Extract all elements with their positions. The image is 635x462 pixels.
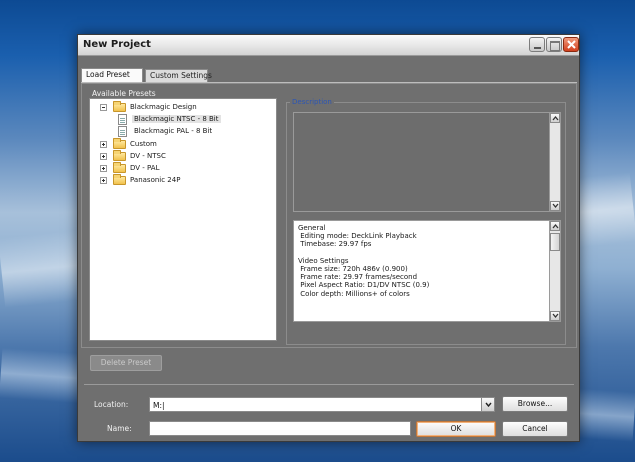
- tree-item-label: DV - NTSC: [130, 152, 166, 160]
- scroll-down-button[interactable]: [550, 311, 560, 321]
- tab-load-preset[interactable]: Load Preset: [81, 68, 143, 82]
- expand-icon[interactable]: [100, 177, 107, 184]
- tree-item-dv-ntsc[interactable]: DV - NTSC: [100, 150, 270, 162]
- collapse-icon[interactable]: [100, 104, 107, 111]
- new-project-dialog: New Project Load Preset Custom Settings …: [77, 34, 580, 442]
- preset-tree[interactable]: Blackmagic Design Blackmagic NTSC - 8 Bi…: [89, 98, 277, 341]
- folder-icon: [113, 101, 126, 112]
- scroll-up-button[interactable]: [550, 221, 560, 231]
- description-textbox[interactable]: [293, 112, 561, 212]
- ok-button[interactable]: OK: [416, 421, 496, 437]
- location-label: Location:: [94, 400, 129, 409]
- tree-item-label: Panasonic 24P: [130, 176, 181, 184]
- folder-icon: [113, 174, 126, 185]
- tree-item-custom[interactable]: Custom: [100, 138, 270, 150]
- close-button[interactable]: [563, 37, 579, 52]
- tree-item-panasonic-24p[interactable]: Panasonic 24P: [100, 174, 270, 186]
- chevron-up-icon: [552, 223, 559, 229]
- close-icon: [567, 40, 576, 49]
- folder-icon: [113, 138, 126, 149]
- tree-item-label: Blackmagic PAL - 8 Bit: [134, 127, 213, 135]
- tree-item-dv-pal[interactable]: DV - PAL: [100, 162, 270, 174]
- folder-icon: [113, 150, 126, 161]
- expand-icon[interactable]: [100, 153, 107, 160]
- name-label: Name:: [107, 424, 132, 433]
- minimize-button[interactable]: [529, 37, 545, 52]
- scroll-up-button[interactable]: [550, 113, 560, 123]
- chevron-down-icon: [552, 203, 559, 209]
- description-scrollbar[interactable]: [549, 113, 560, 211]
- tree-item-label: Blackmagic Design: [130, 103, 197, 111]
- title-bar[interactable]: New Project: [78, 35, 579, 56]
- scroll-thumb[interactable]: [550, 233, 560, 251]
- tab-custom-settings[interactable]: Custom Settings: [145, 69, 212, 82]
- project-name-field[interactable]: [149, 421, 411, 436]
- chevron-down-icon: [552, 313, 559, 319]
- description-legend: Description: [290, 98, 334, 106]
- expand-icon[interactable]: [100, 165, 107, 172]
- available-presets-label: Available Presets: [92, 89, 156, 98]
- expand-icon[interactable]: [100, 141, 107, 148]
- tree-item-blackmagic-ntsc[interactable]: Blackmagic NTSC - 8 Bit: [100, 114, 270, 125]
- tree-item-label: Blackmagic NTSC - 8 Bit: [132, 115, 221, 123]
- info-scrollbar[interactable]: [549, 221, 560, 321]
- preset-info-textbox[interactable]: General Editing mode: DeckLink Playback …: [293, 220, 561, 322]
- maximize-button[interactable]: [546, 37, 562, 52]
- tree-item-blackmagic-design[interactable]: Blackmagic Design: [100, 101, 270, 113]
- preset-file-icon: [118, 114, 127, 125]
- location-value: M:|: [153, 401, 165, 410]
- cancel-button[interactable]: Cancel: [502, 421, 568, 437]
- scroll-down-button[interactable]: [550, 201, 560, 211]
- chevron-down-icon: [485, 402, 492, 407]
- tree-item-blackmagic-pal[interactable]: Blackmagic PAL - 8 Bit: [100, 126, 270, 137]
- location-dropdown-button[interactable]: [481, 398, 494, 411]
- folder-icon: [113, 162, 126, 173]
- location-dropdown[interactable]: M:|: [149, 397, 495, 412]
- preset-file-icon: [118, 126, 127, 137]
- chevron-up-icon: [552, 115, 559, 121]
- window-title: New Project: [83, 39, 151, 50]
- tree-item-label: Custom: [130, 140, 157, 148]
- tree-item-label: DV - PAL: [130, 164, 160, 172]
- preset-info-text: General Editing mode: DeckLink Playback …: [298, 224, 430, 298]
- browse-button[interactable]: Browse...: [502, 396, 568, 412]
- delete-preset-button[interactable]: Delete Preset: [90, 355, 162, 371]
- section-divider: [84, 384, 574, 385]
